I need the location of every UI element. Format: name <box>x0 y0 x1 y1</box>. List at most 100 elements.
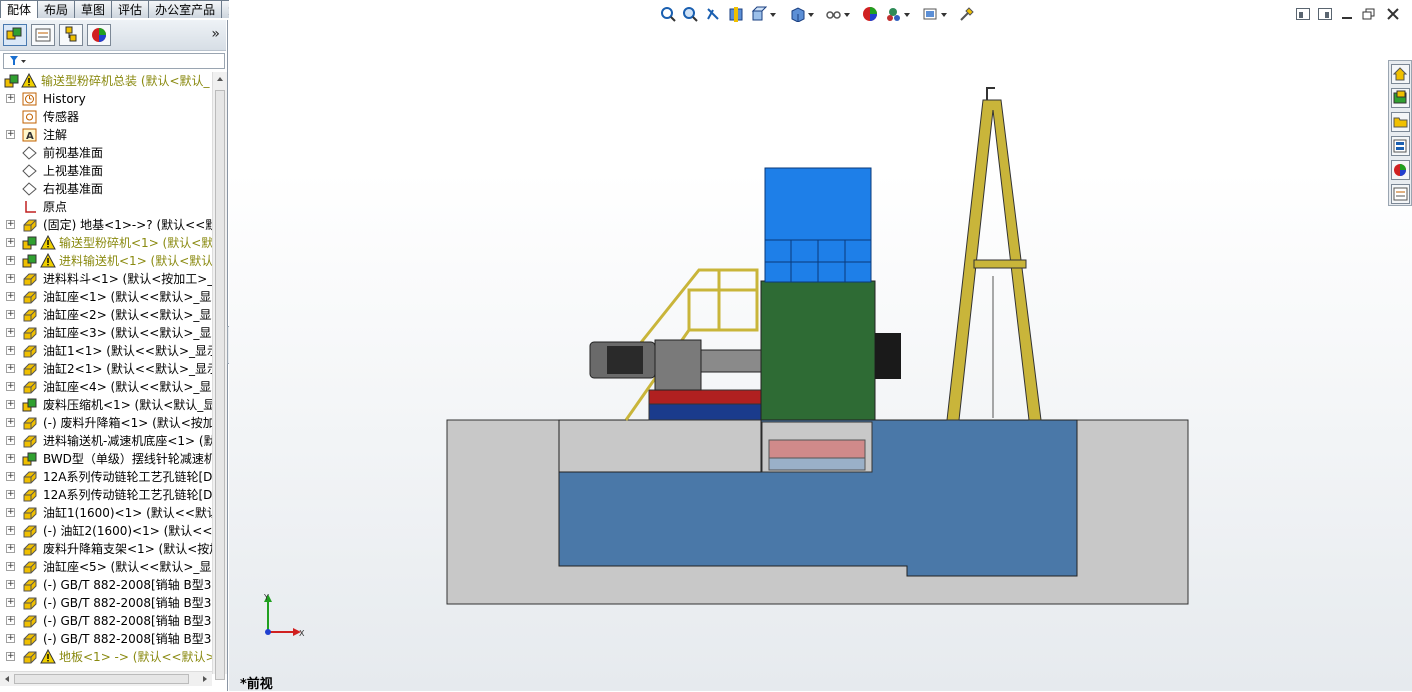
part-icon <box>23 489 37 502</box>
expand-toggle[interactable]: + <box>6 634 15 643</box>
tree-item[interactable]: + 油缸1(1600)<1> (默认<<默认 <box>0 504 212 522</box>
feature-tree-tab[interactable] <box>3 24 27 46</box>
expand-toggle[interactable]: + <box>6 544 15 553</box>
tree-item[interactable]: 传感器 <box>0 108 212 126</box>
expand-toggle[interactable]: + <box>6 220 15 229</box>
tree-item[interactable]: + 油缸座<3> (默认<<默认>_显示 <box>0 324 212 342</box>
tree-item[interactable]: + 油缸座<1> (默认<<默认>_显示 <box>0 288 212 306</box>
tree-item[interactable]: 右视基准面 <box>0 180 212 198</box>
expand-toggle[interactable]: + <box>6 94 15 103</box>
view-palette-tab[interactable] <box>1391 136 1410 156</box>
tree-item-icon <box>21 505 38 521</box>
tree-vertical-scrollbar[interactable] <box>212 72 227 680</box>
panel-more-button[interactable]: » <box>211 26 220 42</box>
expand-toggle[interactable]: + <box>6 310 15 319</box>
tree-item[interactable]: 上视基准面 <box>0 162 212 180</box>
tree-item-label: (-) GB/T 882-2008[销轴 B型30 <box>43 596 212 610</box>
origin-icon <box>25 201 36 213</box>
part-icon <box>23 507 37 520</box>
expand-toggle[interactable]: + <box>6 256 15 265</box>
expand-toggle[interactable]: + <box>6 292 15 301</box>
tree-item-label: (-) 油缸2(1600)<1> (默认<<默 <box>43 524 212 538</box>
tree-item[interactable]: + 油缸座<5> (默认<<默认>_显示 <box>0 558 212 576</box>
tree-item[interactable]: 前视基准面 <box>0 144 212 162</box>
expand-toggle[interactable]: + <box>6 598 15 607</box>
tree-item[interactable]: + 废料压缩机<1> (默认<默认_显 <box>0 396 212 414</box>
tree-item[interactable]: + 废料升降箱支架<1> (默认<按加 <box>0 540 212 558</box>
tree-item[interactable]: + 油缸2<1> (默认<<默认>_显示 <box>0 360 212 378</box>
tree-item[interactable]: + (-) 废料升降箱<1> (默认<按加 <box>0 414 212 432</box>
design-library-tab[interactable] <box>1391 88 1410 108</box>
graphics-viewport[interactable]: Y X <box>229 0 1412 691</box>
tree-item-label: 输送型粉碎机总装 (默认<默认_ <box>41 74 210 88</box>
tree-filter[interactable] <box>3 53 225 69</box>
expand-toggle[interactable]: + <box>6 130 15 139</box>
horizontal-scroll-thumb[interactable] <box>14 674 189 684</box>
tree-item[interactable]: 原点 <box>0 198 212 216</box>
expand-toggle[interactable]: + <box>6 436 15 445</box>
tree-item[interactable]: + 进料输送机<1> (默认<默认_ <box>0 252 212 270</box>
expand-toggle[interactable]: + <box>6 616 15 625</box>
expand-toggle[interactable]: + <box>6 454 15 463</box>
tree-item[interactable]: + 油缸座<4> (默认<<默认>_显示 <box>0 378 212 396</box>
tree-item[interactable]: + (-) GB/T 882-2008[销轴 B型30 <box>0 630 212 648</box>
tab-1[interactable]: 布局 <box>37 0 76 18</box>
tree-item[interactable]: + (-) GB/T 882-2008[销轴 B型30 <box>0 576 212 594</box>
tree-item[interactable]: + 油缸1<1> (默认<<默认>_显示 <box>0 342 212 360</box>
tree-item[interactable]: + 油缸座<2> (默认<<默认>_显示 <box>0 306 212 324</box>
expand-toggle[interactable]: + <box>6 346 15 355</box>
expand-toggle[interactable]: + <box>6 364 15 373</box>
tree-horizontal-scrollbar[interactable] <box>0 671 212 686</box>
tree-item-icon <box>21 415 38 431</box>
tree-item[interactable]: + 地板<1> -> (默认<<默认>_ <box>0 648 212 666</box>
scroll-up-icon[interactable] <box>213 72 227 86</box>
tree-item[interactable]: + (-) GB/T 882-2008[销轴 B型30 <box>0 594 212 612</box>
tab-4[interactable]: 办公室产品 <box>148 0 223 18</box>
tree-item[interactable]: + (-) GB/T 882-2008[销轴 B型30 <box>0 612 212 630</box>
tab-2[interactable]: 草图 <box>74 0 113 18</box>
tree-item-icon <box>21 145 38 161</box>
tab-0[interactable]: 配体 <box>0 0 39 18</box>
tree-item[interactable]: + 输送型粉碎机<1> (默认<默 <box>0 234 212 252</box>
expand-toggle[interactable]: + <box>6 526 15 535</box>
tree-item[interactable]: + 进料料斗<1> (默认<按加工>_ <box>0 270 212 288</box>
expand-toggle[interactable]: + <box>6 382 15 391</box>
appearances-tab[interactable] <box>1391 160 1410 180</box>
expand-toggle[interactable]: + <box>6 652 15 661</box>
expand-toggle[interactable]: + <box>6 508 15 517</box>
file-explorer-tab[interactable] <box>1391 112 1410 132</box>
tree-item[interactable]: 输送型粉碎机总装 (默认<默认_ <box>0 72 212 90</box>
tree-item-label: 原点 <box>43 200 68 214</box>
tree-item[interactable]: + BWD型（单级）摆线针轮减速机 <box>0 450 212 468</box>
solidworks-resources-tab[interactable] <box>1391 64 1410 84</box>
tree-item[interactable]: + 进料输送机-减速机底座<1> (默 <box>0 432 212 450</box>
scroll-left-icon[interactable] <box>0 672 14 686</box>
tree-item-label: 油缸1(1600)<1> (默认<<默认 <box>43 506 212 520</box>
tree-item[interactable]: + History <box>0 90 212 108</box>
expand-toggle[interactable]: + <box>6 580 15 589</box>
expand-toggle[interactable]: + <box>6 400 15 409</box>
custom-properties-tab[interactable] <box>1391 184 1410 204</box>
tab-3[interactable]: 评估 <box>111 0 150 18</box>
expand-toggle[interactable]: + <box>6 238 15 247</box>
assembly-icon <box>22 452 37 466</box>
configuration-manager-tab[interactable] <box>59 24 83 46</box>
tree-item[interactable]: +12A系列传动链轮工艺孔链轮[D <box>0 468 212 486</box>
expand-toggle[interactable]: + <box>6 328 15 337</box>
warning-icon <box>40 234 56 250</box>
expand-toggle[interactable]: + <box>6 490 15 499</box>
tree-item[interactable]: + (固定) 地基<1>->? (默认<<默 <box>0 216 212 234</box>
property-manager-tab[interactable] <box>31 24 55 46</box>
appearance-tab[interactable] <box>87 24 111 46</box>
tree-item-icon <box>21 325 38 341</box>
tree-item[interactable]: +12A系列传动链轮工艺孔链轮[D <box>0 486 212 504</box>
vertical-scroll-thumb[interactable] <box>215 90 225 680</box>
expand-toggle[interactable]: + <box>6 562 15 571</box>
tree-item[interactable]: + A 注解 <box>0 126 212 144</box>
expand-toggle[interactable]: + <box>6 472 15 481</box>
expand-toggle[interactable]: + <box>6 274 15 283</box>
tree-item[interactable]: + (-) 油缸2(1600)<1> (默认<<默 <box>0 522 212 540</box>
scroll-right-icon[interactable] <box>198 672 212 686</box>
tree-item-label: 进料输送机<1> (默认<默认_ <box>59 254 212 268</box>
expand-toggle[interactable]: + <box>6 418 15 427</box>
